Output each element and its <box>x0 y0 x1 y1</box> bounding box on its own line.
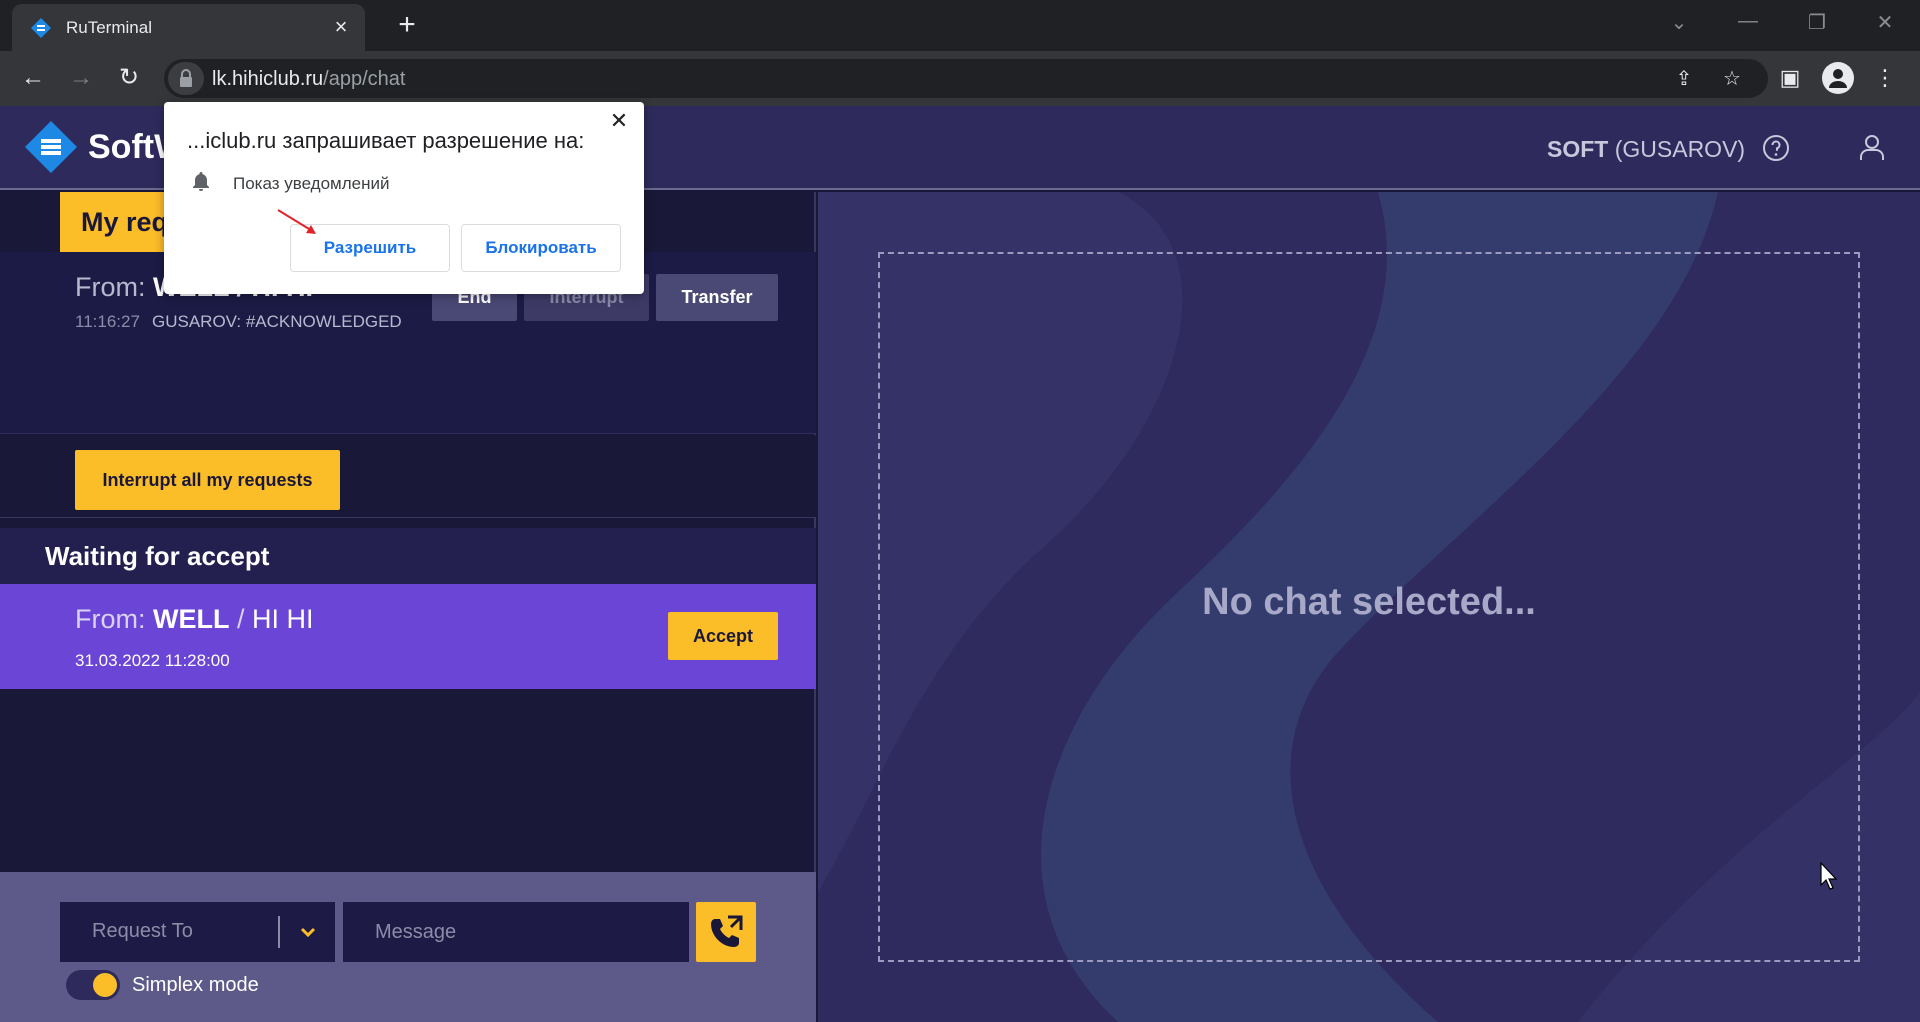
transfer-button[interactable]: Transfer <box>656 274 778 321</box>
block-button[interactable]: Блокировать <box>461 224 621 272</box>
forward-icon[interactable]: → <box>66 63 96 93</box>
account-icon[interactable] <box>1857 132 1887 162</box>
annotation-arrow-icon <box>277 209 316 234</box>
profile-avatar-icon[interactable] <box>1822 62 1854 94</box>
url-text: lk.hihiclub.ru/app/chat <box>212 68 406 90</box>
permission-item: Показ уведомлений <box>233 174 390 193</box>
request-time: 11:16:27 <box>75 312 140 331</box>
new-tab-icon[interactable]: + <box>392 10 422 40</box>
tab-search-icon[interactable]: ⌄ <box>1664 10 1694 35</box>
waiting-from: From: WELL / HI HI <box>75 604 314 634</box>
reload-icon[interactable]: ↻ <box>114 63 144 93</box>
browser-menu-icon[interactable]: ⋮ <box>1870 63 1900 93</box>
side-panel-icon[interactable]: ▣ <box>1775 63 1805 93</box>
back-icon[interactable]: ← <box>18 63 48 93</box>
permission-title: ...iclub.ru запрашивает разрешение на: <box>187 128 585 153</box>
user-label: SOFT (GUSAROV) <box>1547 136 1746 162</box>
waiting-header: Waiting for accept <box>0 528 816 584</box>
request-status: GUSAROV: #ACKNOWLEDGED <box>152 312 402 331</box>
site-info-button[interactable] <box>168 62 204 95</box>
request-to-select[interactable]: Request To <box>60 902 335 962</box>
chat-panel: No chat selected... <box>818 192 1920 1022</box>
request-to-placeholder: Request To <box>92 920 193 942</box>
logo-icon <box>25 121 77 173</box>
waiting-request-item[interactable]: From: WELL / HI HI 31.03.2022 11:28:00 A… <box>0 584 816 689</box>
restore-icon[interactable]: ❐ <box>1802 10 1832 35</box>
browser-toolbar: ← → ↻ lk.hihiclub.ru/app/chat ⇪ ☆ ▣ ⋮ <box>0 51 1920 106</box>
requests-panel: My req From: WELL / HI HI 11:16:27 GUSAR… <box>0 192 816 1022</box>
tab-title: RuTerminal <box>66 18 152 37</box>
accept-button[interactable]: Accept <box>668 612 778 660</box>
bookmark-star-icon[interactable]: ☆ <box>1720 67 1744 91</box>
phone-call-icon <box>711 915 743 947</box>
share-icon[interactable]: ⇪ <box>1672 67 1696 91</box>
compose-bar: Request To Simplex mode <box>0 872 816 1022</box>
close-icon[interactable]: ✕ <box>608 110 630 132</box>
help-icon[interactable] <box>1762 134 1790 162</box>
simplex-toggle[interactable] <box>66 970 120 1000</box>
my-requests-label: My req <box>81 207 169 237</box>
mouse-cursor-icon <box>1820 862 1838 890</box>
minimize-icon[interactable]: — <box>1733 10 1763 33</box>
lock-icon <box>180 69 192 87</box>
simplex-label: Simplex mode <box>132 974 259 996</box>
window-close-icon[interactable]: ✕ <box>1870 10 1900 35</box>
chat-area[interactable]: No chat selected... <box>878 252 1860 962</box>
browser-tab[interactable]: RuTerminal × <box>12 4 365 51</box>
browser-tab-bar: RuTerminal × + ⌄ — ❐ ✕ <box>0 0 1920 51</box>
message-input[interactable] <box>343 902 689 962</box>
chevron-down-icon[interactable] <box>296 920 320 944</box>
waiting-date: 31.03.2022 11:28:00 <box>75 651 230 670</box>
bell-icon <box>193 172 209 191</box>
notification-permission-popup: ✕ ...iclub.ru запрашивает разрешение на:… <box>164 102 644 294</box>
interrupt-all-button[interactable]: Interrupt all my requests <box>75 450 340 510</box>
address-bar[interactable]: lk.hihiclub.ru/app/chat ⇪ ☆ <box>164 59 1768 98</box>
waiting-title: Waiting for accept <box>45 541 270 571</box>
site-favicon-icon <box>31 18 51 38</box>
no-chat-message: No chat selected... <box>1202 581 1536 623</box>
tab-close-icon[interactable]: × <box>329 15 353 39</box>
toggle-knob <box>93 973 117 997</box>
call-button[interactable] <box>696 902 756 962</box>
interrupt-all-section: Interrupt all my requests <box>0 435 816 518</box>
select-separator <box>278 916 280 948</box>
